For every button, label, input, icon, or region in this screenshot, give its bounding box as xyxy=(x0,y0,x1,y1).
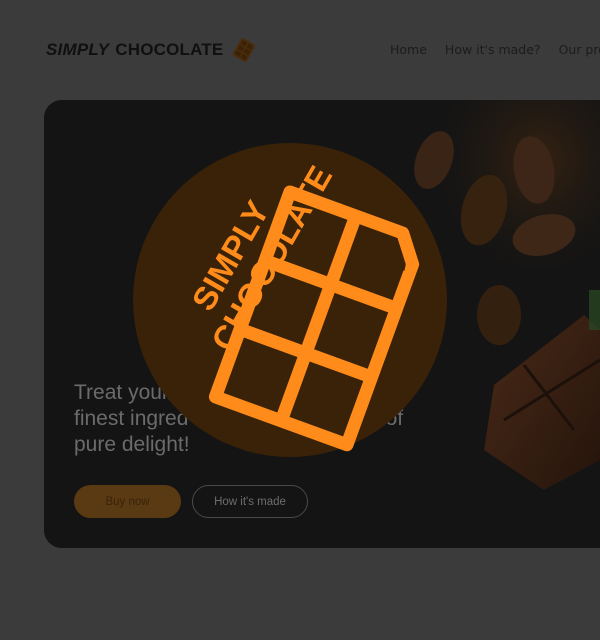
brand-chocolate: CHOCOLATE xyxy=(115,40,224,59)
buy-now-button[interactable]: Buy now xyxy=(74,485,181,518)
page: SIMPLY CHOCOLATE Home How it's made? Our… xyxy=(0,0,600,640)
nav-home[interactable]: Home xyxy=(390,42,427,57)
nav-our-products[interactable]: Our pro xyxy=(559,42,600,57)
overlay-logo: SIMPLY CHOCOLATE xyxy=(133,143,447,457)
brand-logo[interactable]: SIMPLY CHOCOLATE xyxy=(46,38,256,62)
nav-how-its-made[interactable]: How it's made? xyxy=(445,42,541,57)
how-its-made-button[interactable]: How it's made xyxy=(192,485,308,518)
brand-simply: SIMPLY xyxy=(46,40,110,59)
chocolate-bar-icon xyxy=(233,38,256,62)
main-nav: Home How it's made? Our pro xyxy=(390,42,600,57)
header: SIMPLY CHOCOLATE Home How it's made? Our… xyxy=(0,0,600,100)
